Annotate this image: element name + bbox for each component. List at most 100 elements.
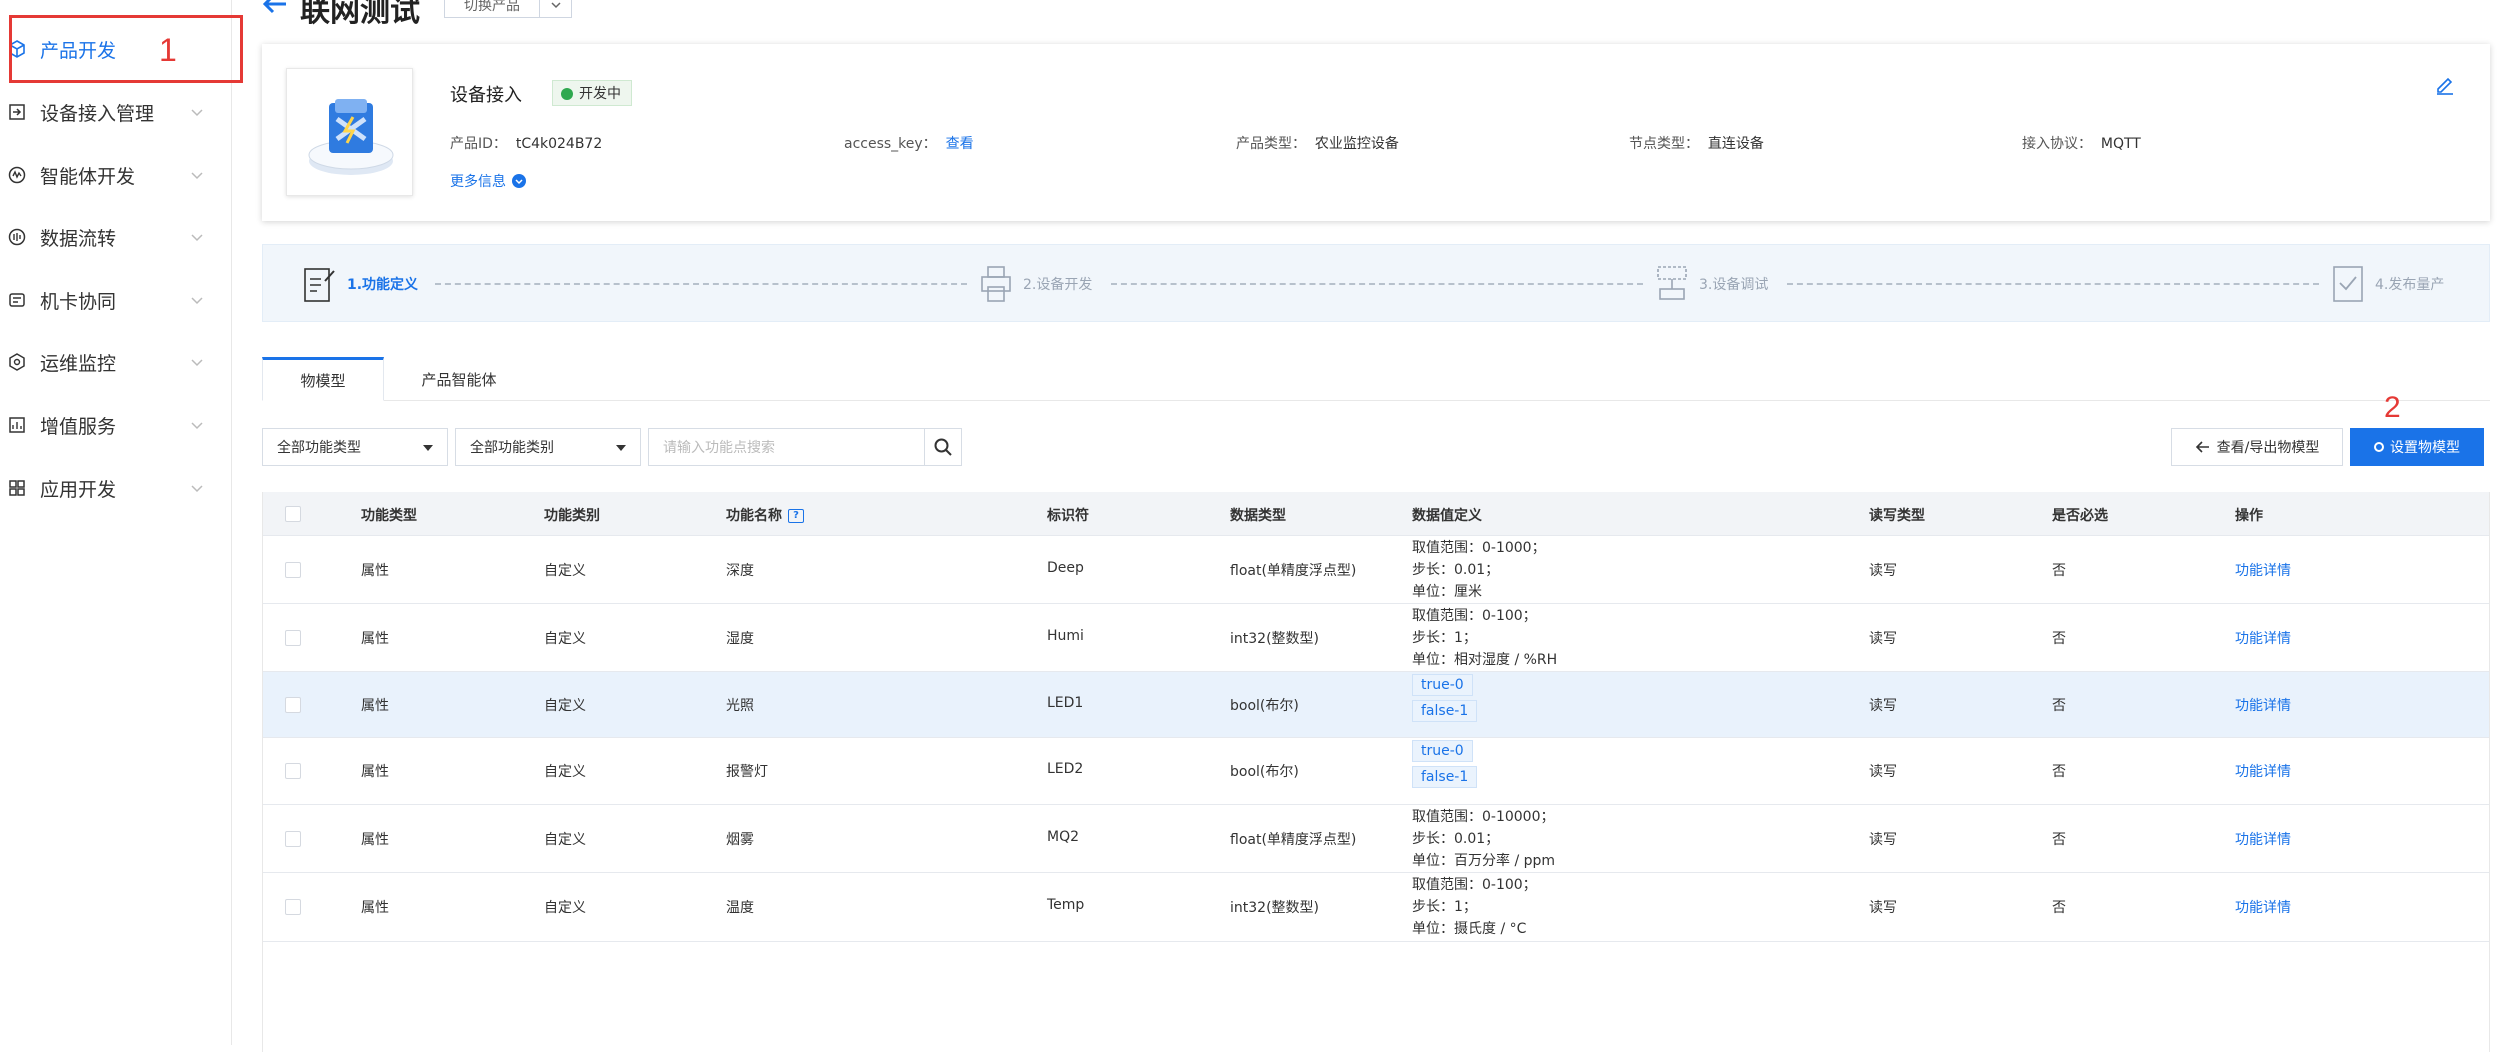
row-checkbox[interactable] — [285, 899, 301, 915]
cell-required: 否 — [2052, 631, 2066, 647]
switch-product-dropdown[interactable] — [540, 0, 572, 18]
header-cell: 功能类型 — [361, 508, 417, 524]
select-all-checkbox[interactable] — [285, 506, 301, 522]
export-model-label: 查看/导出物模型 — [2216, 440, 2320, 456]
edit-icon[interactable] — [2434, 74, 2456, 96]
set-model-label: 设置物模型 — [2390, 440, 2460, 456]
export-model-button[interactable]: 查看/导出物模型 — [2171, 428, 2343, 466]
def-unit: 单位：摄氏度 / °C — [1412, 921, 1527, 937]
settings-ring-icon — [2374, 442, 2384, 452]
function-detail-link[interactable]: 功能详情 — [2235, 628, 2291, 648]
cell-name: 湿度 — [726, 631, 754, 647]
more-info-toggle[interactable]: 更多信息 — [450, 171, 526, 191]
sidebar-item-label: 应用开发 — [40, 478, 117, 501]
def-unit: 单位：厘米 — [1412, 584, 1482, 600]
function-type-value: 全部功能类型 — [277, 440, 361, 456]
function-detail-link[interactable]: 功能详情 — [2235, 761, 2291, 781]
step-label: 2.设备开发 — [1023, 277, 1093, 293]
search-input[interactable]: 请输入功能点搜索 — [648, 428, 925, 466]
step-label: 3.设备调试 — [1699, 277, 1769, 293]
chevron-down-icon — [550, 2, 561, 9]
annotation-number-2: 2 — [2384, 391, 2401, 424]
step-device-debug[interactable]: 3.设备调试 — [1655, 265, 1768, 303]
cell-type: 属性 — [361, 832, 389, 848]
sidebar-item-card-collab[interactable]: 机卡协同 — [0, 269, 232, 331]
cell-type: 属性 — [361, 698, 389, 714]
sidebar-item-value-added[interactable]: 增值服务 — [0, 394, 232, 456]
def-step: 步长：0.01； — [1412, 831, 1500, 847]
function-category-value: 全部功能类别 — [470, 440, 554, 456]
chevron-down-icon — [191, 234, 203, 242]
row-checkbox[interactable] — [285, 630, 301, 646]
row-checkbox[interactable] — [285, 831, 301, 847]
table-row: 属性 自定义 报警灯 LED2 bool(布尔) true-0 false-1 … — [263, 738, 2489, 805]
cell-name: 烟雾 — [726, 832, 754, 848]
row-checkbox[interactable] — [285, 562, 301, 578]
view-access-key-link[interactable]: 查看 — [946, 136, 974, 152]
help-icon[interactable]: ? — [788, 509, 804, 523]
def-step: 步长：0.01； — [1412, 562, 1500, 578]
cube-icon — [9, 40, 25, 58]
step-function-definition[interactable]: 1.功能定义 — [303, 265, 418, 303]
header-cell: 是否必选 — [2052, 508, 2108, 524]
def-unit: 单位：相对湿度 / %RH — [1412, 652, 1558, 668]
monitor-icon — [9, 353, 25, 371]
sidebar-item-agent-dev[interactable]: 智能体开发 — [0, 144, 232, 206]
caret-down-icon — [423, 445, 433, 451]
step-connector — [1787, 283, 2319, 285]
sidebar-item-app-dev[interactable]: 应用开发 — [0, 457, 232, 519]
search-button[interactable] — [924, 428, 962, 466]
cell-category: 自定义 — [544, 764, 586, 780]
cell-name: 深度 — [726, 563, 754, 579]
chevron-down-icon — [191, 422, 203, 430]
cell-rw: 读写 — [1869, 631, 1897, 647]
product-info-card: 设备接入 开发中 产品ID： tC4k024B72 access_key： 查看… — [262, 44, 2490, 221]
enum-tag: true-0 — [1412, 674, 1473, 696]
sidebar-item-ops-monitor[interactable]: 运维监控 — [0, 331, 232, 393]
header-cell: 操作 — [2235, 508, 2263, 524]
function-type-select[interactable]: 全部功能类型 — [262, 428, 448, 466]
device-illustration-icon — [308, 99, 394, 175]
thing-model-table: 功能类型 功能类别 功能名称? 标识符 数据类型 数据值定义 读写类型 是否必选… — [262, 492, 2490, 1052]
document-edit-icon — [304, 268, 335, 302]
cell-rw: 读写 — [1869, 764, 1897, 780]
cell-definition: 取值范围：0-1000； 步长：0.01； 单位：厘米 — [1412, 537, 1546, 603]
step-release[interactable]: 4.发布量产 — [2331, 265, 2444, 303]
table-header: 功能类型 功能类别 功能名称? 标识符 数据类型 数据值定义 读写类型 是否必选… — [263, 492, 2489, 536]
cell-required: 否 — [2052, 563, 2066, 579]
cell-identifier: Deep — [1047, 560, 1084, 576]
tab-thing-model[interactable]: 物模型 — [262, 357, 384, 401]
product-type-value: 农业监控设备 — [1314, 136, 1399, 152]
sidebar-item-product-dev[interactable]: 产品开发 — [0, 18, 232, 80]
function-detail-link[interactable]: 功能详情 — [2235, 829, 2291, 849]
sidebar-item-data-flow[interactable]: 数据流转 — [0, 206, 232, 268]
chevron-down-icon — [191, 297, 203, 305]
enum-tag: false-1 — [1412, 700, 1478, 722]
cell-identifier: MQ2 — [1047, 829, 1080, 845]
cell-data-type: int32(整数型) — [1230, 631, 1319, 647]
cell-definition: true-0 false-1 — [1412, 672, 1478, 724]
tab-product-agent[interactable]: 产品智能体 — [384, 357, 534, 401]
function-detail-link[interactable]: 功能详情 — [2235, 695, 2291, 715]
row-checkbox[interactable] — [285, 763, 301, 779]
header-cell: 数据类型 — [1230, 508, 1286, 524]
sidebar-item-device-access[interactable]: 设备接入管理 — [0, 81, 232, 143]
checklist-icon — [2333, 266, 2363, 302]
header-cell: 标识符 — [1047, 508, 1089, 524]
row-checkbox[interactable] — [285, 697, 301, 713]
back-arrow-icon[interactable] — [260, 0, 290, 16]
cell-category: 自定义 — [544, 900, 586, 916]
access-key: access_key： 查看 — [844, 133, 974, 153]
table-row: 属性 自定义 深度 Deep float(单精度浮点型) 取值范围：0-1000… — [263, 536, 2489, 604]
import-icon — [9, 104, 25, 120]
table-row: 属性 自定义 烟雾 MQ2 float(单精度浮点型) 取值范围：0-10000… — [263, 805, 2489, 873]
step-device-development[interactable]: 2.设备开发 — [979, 265, 1092, 303]
more-info-label: 更多信息 — [450, 174, 506, 190]
function-detail-link[interactable]: 功能详情 — [2235, 897, 2291, 917]
caret-down-icon — [616, 445, 626, 451]
function-category-select[interactable]: 全部功能类别 — [455, 428, 641, 466]
function-detail-link[interactable]: 功能详情 — [2235, 560, 2291, 580]
chevron-down-circle-icon — [512, 174, 526, 188]
switch-product-button[interactable]: 切换产品 — [444, 0, 540, 18]
set-model-button[interactable]: 设置物模型 — [2350, 428, 2484, 466]
